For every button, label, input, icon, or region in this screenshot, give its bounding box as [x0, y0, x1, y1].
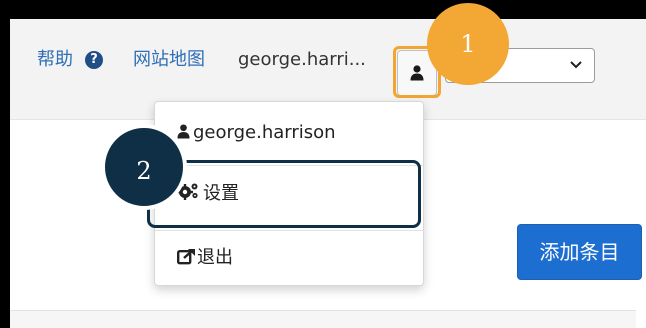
- step-2-badge: 2: [101, 124, 187, 210]
- settings-highlight: [147, 160, 421, 228]
- menu-item-logout-label: 退出: [197, 247, 233, 268]
- menu-item-logout[interactable]: 退出: [155, 235, 423, 283]
- add-entry-button[interactable]: 添加条目: [517, 224, 642, 280]
- menu-item-username[interactable]: george.harrison: [155, 110, 423, 158]
- bottom-strip: [10, 310, 636, 328]
- help-question-icon[interactable]: ?: [85, 51, 103, 69]
- chevron-down-icon: [570, 61, 582, 69]
- sign-out-icon: [177, 249, 195, 265]
- help-link[interactable]: 帮助: [37, 48, 73, 72]
- step-1-badge: 1: [427, 3, 509, 85]
- username-label[interactable]: george.harri...: [238, 48, 366, 72]
- user-icon: [177, 124, 190, 139]
- sitemap-link[interactable]: 网站地图: [133, 48, 205, 72]
- menu-divider: [155, 230, 423, 231]
- menu-item-username-label: george.harrison: [193, 122, 336, 143]
